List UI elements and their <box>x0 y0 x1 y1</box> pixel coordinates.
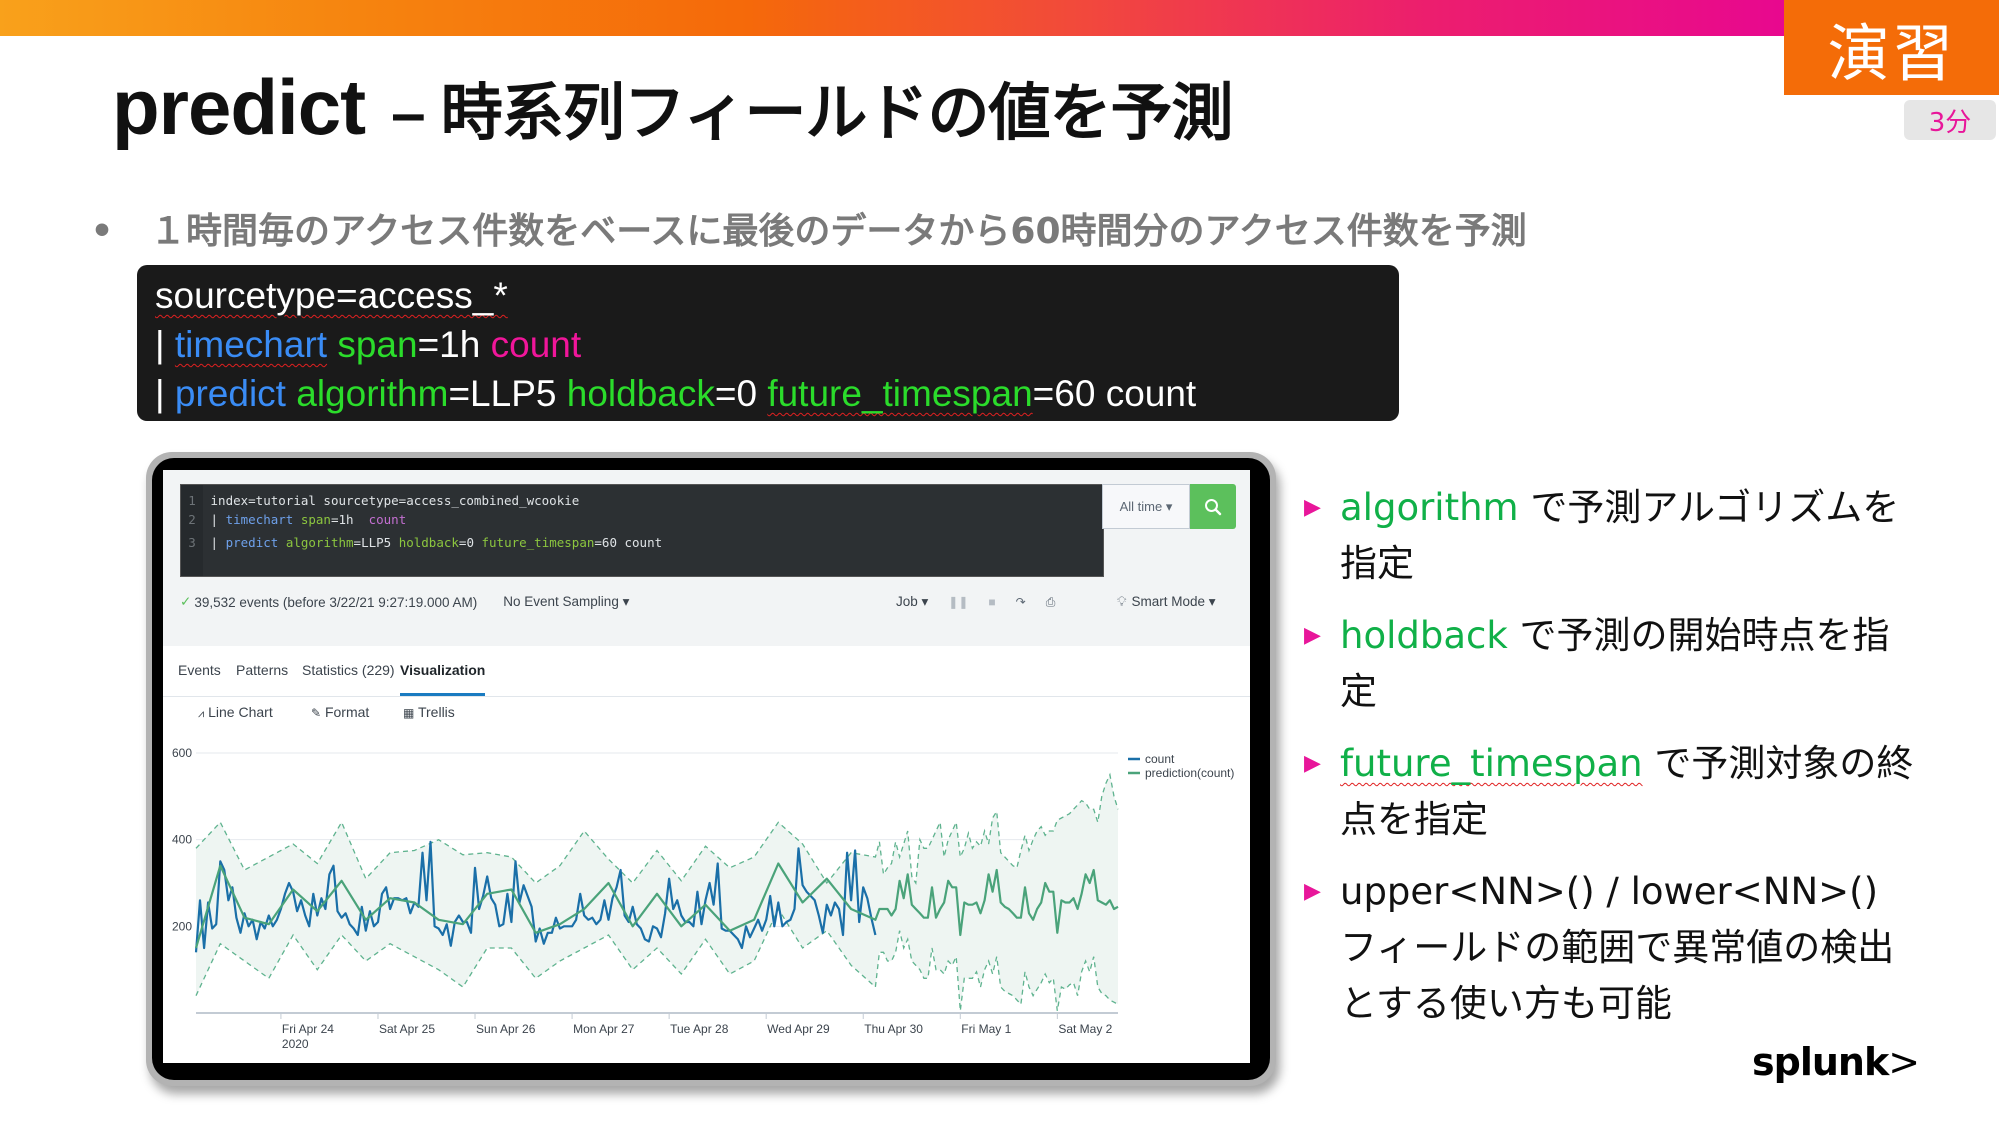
code-function: count <box>490 324 582 365</box>
x-tick-label: Fri Apr 24 <box>282 1022 334 1036</box>
slide-title: predict – 時系列フィールドの値を予測 <box>112 62 1234 153</box>
code-command: timechart <box>174 324 328 365</box>
triangle-bullet-icon: ▶ <box>1304 495 1321 520</box>
code-arg: holdback <box>566 373 715 414</box>
note-upper-lower: ▶ upper<NN>() / lower<NN>() フィールドの範囲で異常値の… <box>1300 864 1920 1032</box>
triangle-bullet-icon: ▶ <box>1304 751 1321 776</box>
triangle-bullet-icon: ▶ <box>1304 623 1321 648</box>
parameter-notes: ▶ algorithm で予測アルゴリズムを指定 ▶ holdback で予測の開始… <box>1300 480 1920 1048</box>
legend-label-prediction: prediction(count) <box>1145 766 1234 780</box>
x-tick-label: Mon Apr 27 <box>573 1022 635 1036</box>
y-tick-label: 200 <box>172 919 192 933</box>
main-bullet-text: １時間毎のアクセス件数をベースに最後のデータから60時間分のアクセス件数を予測 <box>150 211 1527 252</box>
code-command: predict <box>174 373 286 414</box>
x-tick-sublabel: 2020 <box>282 1037 309 1051</box>
y-tick-label: 400 <box>172 833 192 847</box>
code-text: sourcetype=access_* <box>155 275 508 316</box>
prediction-line-chart: 200 400 600 Fri Apr 242020 Sat Apr 25 Sun Apr… <box>172 746 1234 1051</box>
x-tick-label: Wed Apr 29 <box>767 1022 830 1036</box>
code-value: =60 count <box>1032 373 1197 414</box>
note-keyword: algorithm <box>1340 486 1519 529</box>
x-tick-label: Fri May 1 <box>961 1022 1011 1036</box>
exercise-badge: 演習 <box>1784 0 1999 95</box>
logo-text: splunk <box>1752 1040 1889 1084</box>
code-pipe: | <box>155 324 175 365</box>
title-subtitle: – 時系列フィールドの値を予測 <box>391 79 1233 148</box>
legend-label-count: count <box>1145 752 1175 766</box>
note-keyword: future_timespan <box>1340 742 1643 785</box>
code-line-1: sourcetype=access_* <box>155 271 1399 320</box>
x-tick-label: Sun Apr 26 <box>476 1022 536 1036</box>
code-value: =LLP5 <box>448 373 567 414</box>
bullet-dot: • <box>90 211 114 252</box>
code-pipe: | <box>155 373 175 414</box>
title-command: predict <box>112 63 366 151</box>
y-tick-label: 600 <box>172 746 192 760</box>
note-algorithm: ▶ algorithm で予測アルゴリズムを指定 <box>1300 480 1920 592</box>
note-future-timespan: ▶ future_timespan で予測対象の終点を指定 <box>1300 736 1920 848</box>
top-accent-bar <box>0 0 1784 36</box>
x-tick-label: Tue Apr 28 <box>670 1022 729 1036</box>
note-text: upper<NN>() / lower<NN>() フィールドの範囲で異常値の検… <box>1340 870 1895 1025</box>
code-arg: future_timespan <box>767 373 1033 414</box>
note-keyword: holdback <box>1340 614 1508 657</box>
x-tick-label: Sat Apr 25 <box>379 1022 435 1036</box>
duration-badge: 3分 <box>1904 100 1996 140</box>
code-value: =0 <box>714 373 768 414</box>
note-holdback: ▶ holdback で予測の開始時点を指定 <box>1300 608 1920 720</box>
code-arg: span <box>337 324 418 365</box>
code-line-2: | timechart span=1h count <box>155 320 1399 369</box>
spl-code-block: sourcetype=access_* | timechart span=1h … <box>137 265 1399 421</box>
x-tick-label: Thu Apr 30 <box>864 1022 923 1036</box>
main-bullet: • １時間毎のアクセス件数をベースに最後のデータから60時間分のアクセス件数を予測 <box>82 202 1527 254</box>
splunk-search-screenshot: 1 index=tutorial sourcetype=access_combi… <box>163 470 1250 1063</box>
code-line-3: | predict algorithm=LLP5 holdback=0 futu… <box>155 369 1399 418</box>
triangle-bullet-icon: ▶ <box>1304 879 1321 904</box>
splunk-logo: splunk> <box>1752 1040 1920 1084</box>
code-value: =1h <box>417 324 491 365</box>
logo-chevron-icon: > <box>1888 1040 1920 1084</box>
code-arg: algorithm <box>296 373 449 414</box>
x-tick-label: Sat May 2 <box>1058 1022 1112 1036</box>
